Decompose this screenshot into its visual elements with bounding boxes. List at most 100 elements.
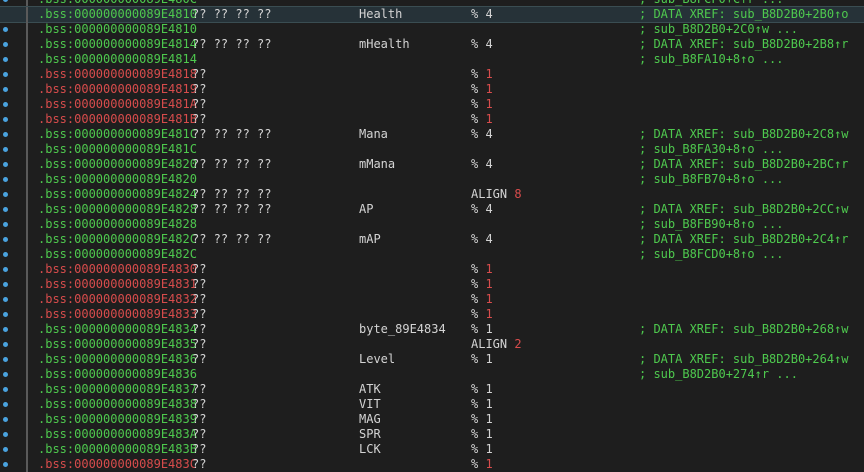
listing-row[interactable]: .bss:000000000089E481B??% 1: [0, 112, 864, 127]
row-xref-comment[interactable]: ; DATA XREF: sub_B8D2B0+2BC↑r: [639, 157, 849, 172]
breakpoint-dot-icon[interactable]: [3, 357, 8, 362]
row-xref-comment[interactable]: ; sub_B8FCD0+8↑o ...: [639, 247, 784, 262]
row-address[interactable]: .bss:000000000089E4838: [38, 397, 197, 412]
listing-row[interactable]: .bss:000000000089E4828?? ?? ?? ?? AP% 4; …: [0, 202, 864, 217]
breakpoint-dot-icon[interactable]: [3, 267, 8, 272]
breakpoint-dot-icon[interactable]: [3, 147, 8, 152]
breakpoint-dot-icon[interactable]: [3, 252, 8, 257]
breakpoint-dot-icon[interactable]: [3, 342, 8, 347]
row-address[interactable]: .bss:000000000089E4832: [38, 292, 197, 307]
listing-row[interactable]: .bss:000000000089E4819??% 1: [0, 82, 864, 97]
breakpoint-dot-icon[interactable]: [3, 402, 8, 407]
row-address[interactable]: .bss:000000000089E480C: [38, 0, 197, 7]
row-address[interactable]: .bss:000000000089E481C: [38, 127, 197, 142]
breakpoint-dot-icon[interactable]: [3, 192, 8, 197]
row-address[interactable]: .bss:000000000089E482C: [38, 232, 197, 247]
listing-row[interactable]: .bss:000000000089E4833??% 1: [0, 307, 864, 322]
breakpoint-dot-icon[interactable]: [3, 177, 8, 182]
listing-row[interactable]: .bss:000000000089E481C ; sub_B8FA30+8↑o .…: [0, 142, 864, 157]
row-symbol-name[interactable]: mAP: [359, 232, 381, 247]
row-xref-comment[interactable]: ; sub_B8FA10+8↑o ...: [639, 52, 784, 67]
listing-row[interactable]: .bss:000000000089E483A?? SPR% 1: [0, 427, 864, 442]
breakpoint-dot-icon[interactable]: [3, 42, 8, 47]
row-address[interactable]: .bss:000000000089E4839: [38, 412, 197, 427]
row-address[interactable]: .bss:000000000089E4836: [38, 352, 197, 367]
row-address[interactable]: .bss:000000000089E4818: [38, 67, 197, 82]
listing-row[interactable]: .bss:000000000089E483C??% 1: [0, 457, 864, 472]
row-symbol-name[interactable]: AP: [359, 202, 373, 217]
row-address[interactable]: .bss:000000000089E4814: [38, 37, 197, 52]
row-symbol-name[interactable]: Mana: [359, 127, 388, 142]
row-address[interactable]: .bss:000000000089E483B: [38, 442, 197, 457]
row-symbol-name[interactable]: SPR: [359, 427, 381, 442]
listing-row[interactable]: .bss:000000000089E4836 ; sub_B8D2B0+274↑r…: [0, 367, 864, 382]
breakpoint-dot-icon[interactable]: [3, 297, 8, 302]
listing-row[interactable]: .bss:000000000089E4824?? ?? ?? ?? ALIGN 8: [0, 187, 864, 202]
row-symbol-name[interactable]: ATK: [359, 382, 381, 397]
row-address[interactable]: .bss:000000000089E4828: [38, 217, 197, 232]
disassembly-listing[interactable]: .bss:000000000089E480C ; sub_B8FCF0+C↑r .…: [0, 0, 864, 472]
row-address[interactable]: .bss:000000000089E481C: [38, 142, 197, 157]
row-xref-comment[interactable]: ; sub_B8D2B0+2C0↑w ...: [639, 22, 798, 37]
row-xref-comment[interactable]: ; DATA XREF: sub_B8D2B0+2C8↑w: [639, 127, 849, 142]
breakpoint-dot-icon[interactable]: [3, 237, 8, 242]
row-symbol-name[interactable]: VIT: [359, 397, 381, 412]
breakpoint-dot-icon[interactable]: [3, 432, 8, 437]
breakpoint-dot-icon[interactable]: [3, 327, 8, 332]
row-address[interactable]: .bss:000000000089E4830: [38, 262, 197, 277]
breakpoint-dot-icon[interactable]: [3, 387, 8, 392]
row-address[interactable]: .bss:000000000089E4810: [38, 7, 197, 22]
row-address[interactable]: .bss:000000000089E4820: [38, 172, 197, 187]
row-xref-comment[interactable]: ; sub_B8D2B0+274↑r ...: [639, 367, 798, 382]
listing-row[interactable]: .bss:000000000089E4836?? Level% 1; DATA X…: [0, 352, 864, 367]
row-address[interactable]: .bss:000000000089E4836: [38, 367, 197, 382]
row-address[interactable]: .bss:000000000089E4828: [38, 202, 197, 217]
breakpoint-dot-icon[interactable]: [3, 117, 8, 122]
breakpoint-dot-icon[interactable]: [3, 132, 8, 137]
breakpoint-dot-icon[interactable]: [3, 462, 8, 467]
breakpoint-dot-icon[interactable]: [3, 162, 8, 167]
listing-row[interactable]: .bss:000000000089E4810 ; sub_B8D2B0+2C0↑w…: [0, 22, 864, 37]
listing-row[interactable]: .bss:000000000089E4820 ; sub_B8FB70+8↑o .…: [0, 172, 864, 187]
breakpoint-dot-icon[interactable]: [3, 312, 8, 317]
listing-row[interactable]: .bss:000000000089E481C?? ?? ?? ?? Mana% 4…: [0, 127, 864, 142]
listing-row[interactable]: .bss:000000000089E480C ; sub_B8FCF0+C↑r .…: [0, 0, 864, 7]
listing-row[interactable]: .bss:000000000089E4834?? byte_89E4834% 1;…: [0, 322, 864, 337]
listing-row[interactable]: .bss:000000000089E482C ; sub_B8FCD0+8↑o .…: [0, 247, 864, 262]
row-address[interactable]: .bss:000000000089E4810: [38, 22, 197, 37]
breakpoint-dot-icon[interactable]: [3, 222, 8, 227]
listing-row[interactable]: .bss:000000000089E482C?? ?? ?? ?? mAP% 4;…: [0, 232, 864, 247]
row-xref-comment[interactable]: ; DATA XREF: sub_B8D2B0+268↑w: [639, 322, 849, 337]
breakpoint-dot-icon[interactable]: [3, 102, 8, 107]
listing-row[interactable]: .bss:000000000089E4832??% 1: [0, 292, 864, 307]
row-address[interactable]: .bss:000000000089E4824: [38, 187, 197, 202]
row-address[interactable]: .bss:000000000089E482C: [38, 247, 197, 262]
row-symbol-name[interactable]: byte_89E4834: [359, 322, 446, 337]
breakpoint-dot-icon[interactable]: [3, 207, 8, 212]
breakpoint-dot-icon[interactable]: [3, 372, 8, 377]
row-symbol-name[interactable]: mMana: [359, 157, 395, 172]
row-xref-comment[interactable]: ; sub_B8FB70+8↑o ...: [639, 172, 784, 187]
breakpoint-dot-icon[interactable]: [3, 0, 8, 2]
listing-row[interactable]: .bss:000000000089E4835?? ALIGN 2: [0, 337, 864, 352]
row-xref-comment[interactable]: ; DATA XREF: sub_B8D2B0+264↑w: [639, 352, 849, 367]
row-address[interactable]: .bss:000000000089E4833: [38, 307, 197, 322]
row-xref-comment[interactable]: ; sub_B8FCF0+C↑r ...: [639, 0, 784, 7]
breakpoint-dot-icon[interactable]: [3, 27, 8, 32]
breakpoint-dot-icon[interactable]: [3, 87, 8, 92]
breakpoint-dot-icon[interactable]: [3, 57, 8, 62]
listing-row[interactable]: .bss:000000000089E4820?? ?? ?? ?? mMana % …: [0, 157, 864, 172]
row-xref-comment[interactable]: ; DATA XREF: sub_B8D2B0+2CC↑w: [639, 202, 849, 217]
row-xref-comment[interactable]: ; DATA XREF: sub_B8D2B0+2C4↑r: [639, 232, 849, 247]
listing-row-selected[interactable]: .bss:000000000089E4810?? ?? ?? ?? Health%…: [0, 6, 864, 23]
breakpoint-dot-icon[interactable]: [3, 417, 8, 422]
row-xref-comment[interactable]: ; sub_B8FA30+8↑o ...: [639, 142, 784, 157]
listing-row[interactable]: .bss:000000000089E4818??% 1: [0, 67, 864, 82]
listing-row[interactable]: .bss:000000000089E4830??% 1: [0, 262, 864, 277]
breakpoint-dot-icon[interactable]: [3, 72, 8, 77]
listing-row[interactable]: .bss:000000000089E4831??% 1: [0, 277, 864, 292]
row-symbol-name[interactable]: Level: [359, 352, 395, 367]
row-xref-comment[interactable]: ; DATA XREF: sub_B8D2B0+2B8↑r: [639, 37, 849, 52]
row-symbol-name[interactable]: Health: [359, 7, 402, 22]
row-address[interactable]: .bss:000000000089E4819: [38, 82, 197, 97]
